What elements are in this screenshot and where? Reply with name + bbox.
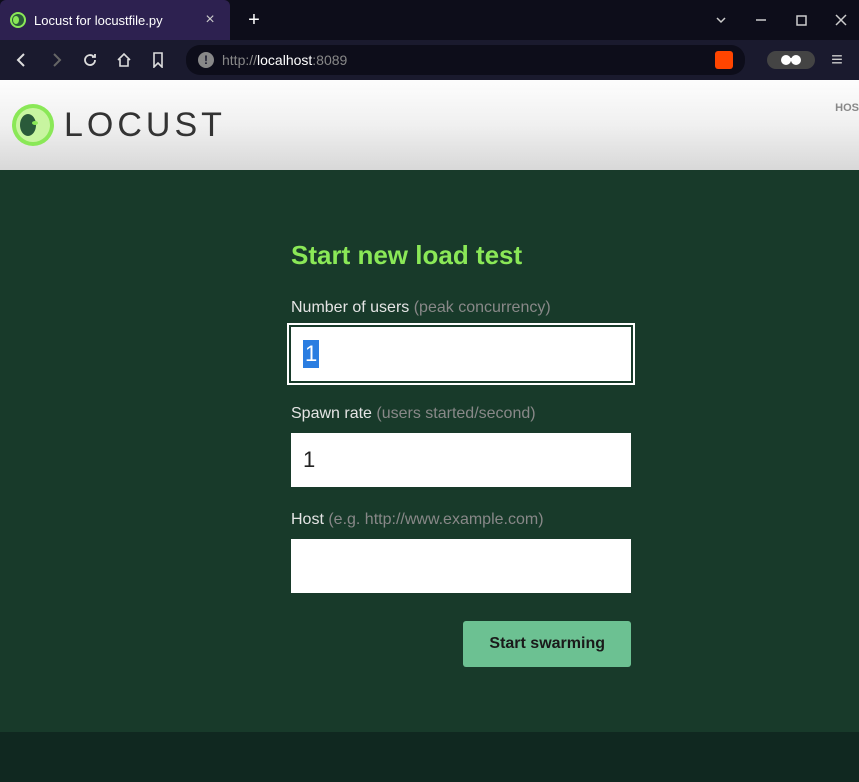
app-header: LOCUST HOS <box>0 80 859 170</box>
home-button[interactable] <box>112 48 136 72</box>
logo: LOCUST <box>12 104 226 146</box>
spawn-rate-label: Spawn rate (users started/second) <box>291 405 631 423</box>
reload-button[interactable] <box>78 48 102 72</box>
logo-text: LOCUST <box>64 106 226 145</box>
load-test-form: Start new load test Number of users (pea… <box>291 240 631 667</box>
host-label: Host (e.g. http://www.example.com) <box>291 511 631 529</box>
browser-tab[interactable]: Locust for locustfile.py × <box>0 0 230 40</box>
host-field-group: Host (e.g. http://www.example.com) <box>291 511 631 593</box>
forward-button[interactable] <box>44 48 68 72</box>
footer-band <box>0 732 859 782</box>
users-field-group: Number of users (peak concurrency) 1 <box>291 299 631 381</box>
close-window-icon[interactable] <box>831 10 851 30</box>
host-input[interactable] <box>291 539 631 593</box>
maximize-icon[interactable] <box>791 10 811 30</box>
spawn-rate-field-group: Spawn rate (users started/second) <box>291 405 631 487</box>
tab-close-icon[interactable]: × <box>202 12 218 28</box>
new-tab-button[interactable]: + <box>242 8 266 32</box>
host-header-label: HOS <box>835 102 859 114</box>
submit-row: Start swarming <box>291 621 631 667</box>
users-label: Number of users (peak concurrency) <box>291 299 631 317</box>
form-title: Start new load test <box>291 240 631 271</box>
site-info-icon[interactable]: ! <box>198 52 214 68</box>
tab-title: Locust for locustfile.py <box>34 13 194 28</box>
private-mode-badge[interactable] <box>767 51 815 69</box>
url-text: http://localhost:8089 <box>222 52 707 68</box>
main-content: Start new load test Number of users (pea… <box>0 170 859 667</box>
locust-logo-icon <box>12 104 54 146</box>
users-input[interactable]: 1 <box>291 327 631 381</box>
minimize-icon[interactable] <box>751 10 771 30</box>
tab-bar: Locust for locustfile.py × + <box>0 0 859 40</box>
back-button[interactable] <box>10 48 34 72</box>
spawn-rate-input[interactable] <box>291 433 631 487</box>
chevron-down-icon[interactable] <box>711 10 731 30</box>
window-controls <box>711 0 851 40</box>
browser-toolbar: ! http://localhost:8089 ≡ <box>0 40 859 80</box>
start-swarming-button[interactable]: Start swarming <box>463 621 631 667</box>
browser-chrome: Locust for locustfile.py × + <box>0 0 859 80</box>
locust-favicon <box>10 12 26 28</box>
url-bar[interactable]: ! http://localhost:8089 <box>186 45 745 75</box>
bookmark-icon[interactable] <box>146 48 170 72</box>
brave-shields-icon[interactable] <box>715 51 733 69</box>
hamburger-menu-icon[interactable]: ≡ <box>825 48 849 72</box>
